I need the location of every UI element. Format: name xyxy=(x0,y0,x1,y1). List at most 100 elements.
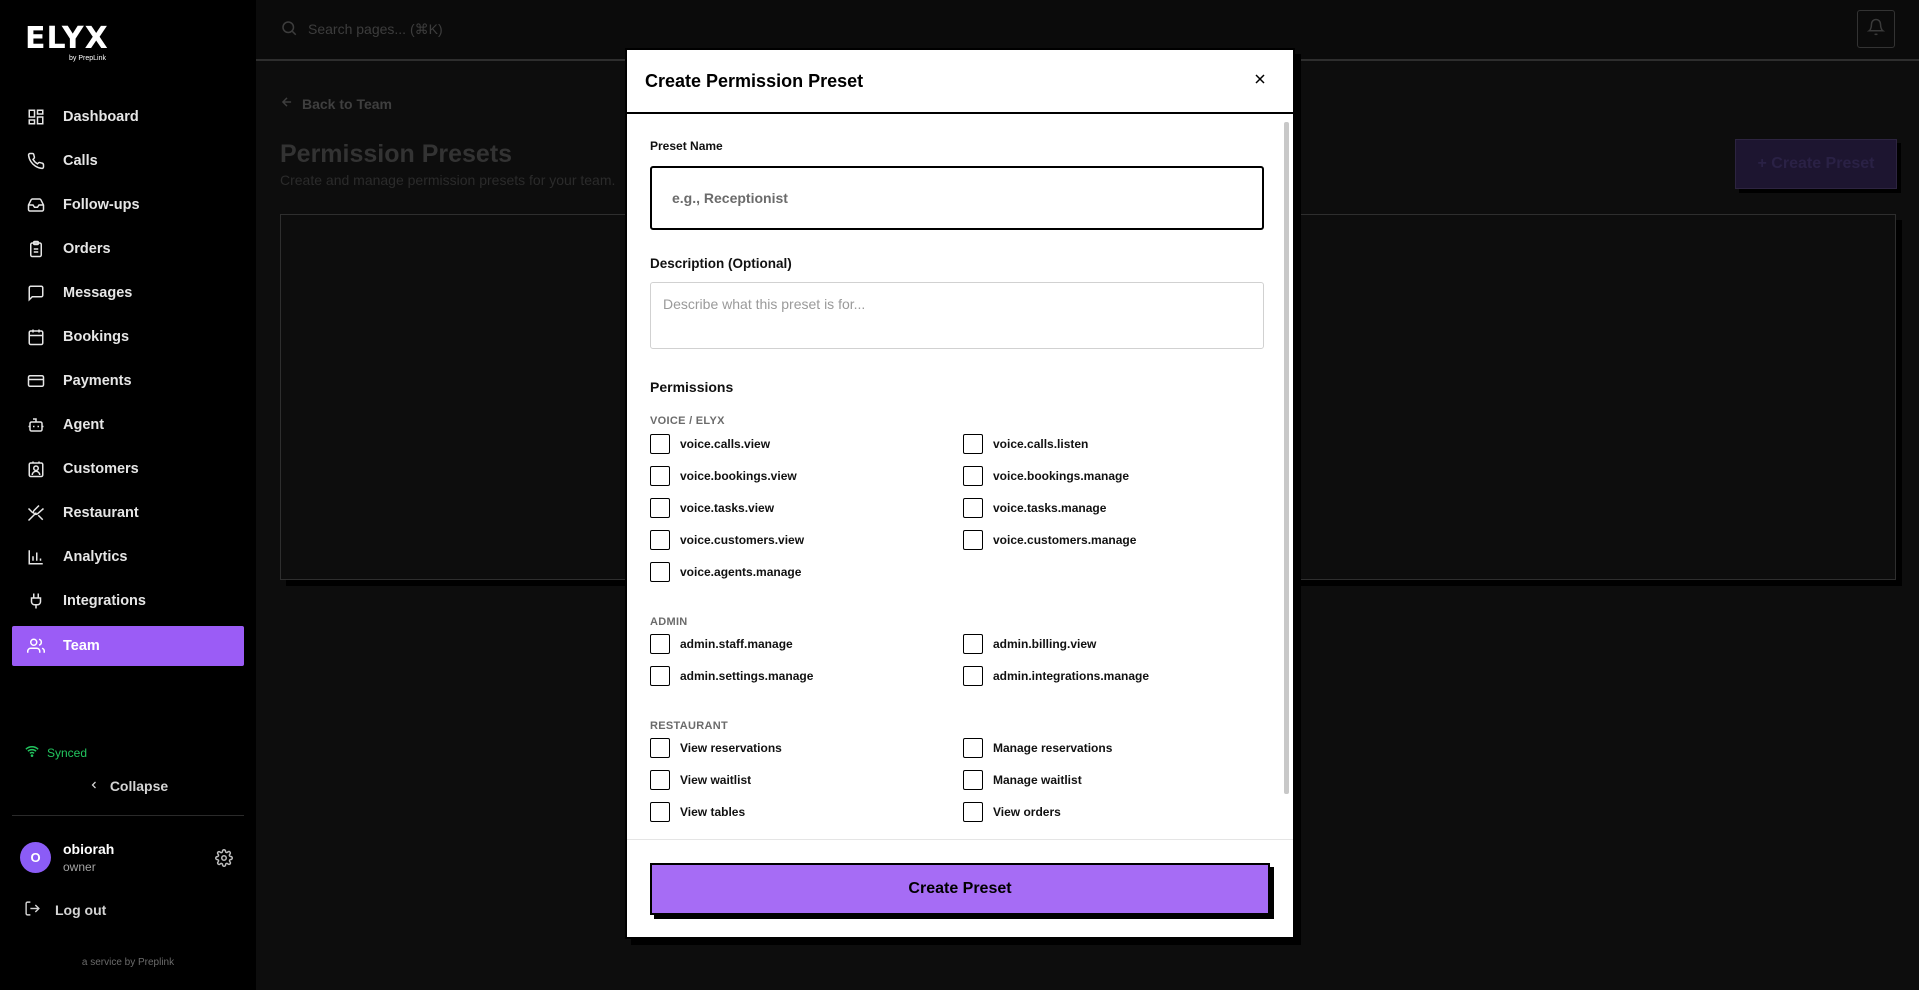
checkbox[interactable] xyxy=(963,770,983,790)
checkbox[interactable] xyxy=(650,434,670,454)
sidebar: ELYX by PrepLink Dashboard Calls Follow-… xyxy=(0,0,256,990)
permission-checkbox[interactable]: voice.agents.manage xyxy=(650,562,801,582)
bot-icon xyxy=(26,415,46,435)
checkbox[interactable] xyxy=(963,634,983,654)
gear-icon[interactable] xyxy=(215,849,233,872)
permission-label: voice.customers.manage xyxy=(993,533,1137,547)
permission-label: admin.settings.manage xyxy=(680,669,814,683)
group-label-voice: VOICE / ELYX xyxy=(650,415,725,427)
permission-checkbox[interactable]: voice.calls.view xyxy=(650,434,770,454)
modal-scrollbar[interactable] xyxy=(1284,122,1289,794)
page-title: Permission Presets xyxy=(280,140,513,168)
checkbox[interactable] xyxy=(650,530,670,550)
permission-label: voice.calls.view xyxy=(680,437,771,451)
sidebar-item-payments[interactable]: Payments xyxy=(12,361,244,401)
create-preset-button-bg[interactable]: + Create Preset xyxy=(1735,139,1897,189)
sidebar-item-label: Agent xyxy=(63,417,105,433)
checkbox[interactable] xyxy=(650,738,670,758)
permission-checkbox[interactable]: voice.bookings.view xyxy=(650,466,797,486)
checkbox[interactable] xyxy=(650,562,670,582)
checkbox[interactable] xyxy=(650,666,670,686)
modal-title: Create Permission Preset xyxy=(645,71,864,91)
sidebar-item-follow-ups[interactable]: Follow-ups xyxy=(12,185,244,225)
notifications-button[interactable] xyxy=(1857,10,1895,48)
search-placeholder: Search pages... (⌘K) xyxy=(308,20,443,37)
permission-checkbox[interactable]: voice.customers.view xyxy=(650,530,804,550)
service-footer: a service by Preplink xyxy=(81,957,175,968)
permission-checkbox[interactable]: admin.settings.manage xyxy=(650,666,813,686)
checkbox[interactable] xyxy=(963,498,983,518)
permission-checkbox[interactable]: View reservations xyxy=(650,738,782,758)
permission-checkbox[interactable]: admin.integrations.manage xyxy=(963,666,1149,686)
checkbox[interactable] xyxy=(650,770,670,790)
close-icon xyxy=(1254,72,1266,90)
description-textarea[interactable]: Describe what this preset is for... xyxy=(650,282,1264,349)
permission-checkbox[interactable]: Manage waitlist xyxy=(963,770,1082,790)
checkbox[interactable] xyxy=(963,802,983,822)
sidebar-item-messages[interactable]: Messages xyxy=(12,273,244,313)
logout-icon xyxy=(24,900,41,920)
permission-label: admin.integrations.manage xyxy=(993,669,1150,683)
dashboard-icon xyxy=(26,107,46,127)
description-label: Description (Optional) xyxy=(650,256,792,271)
checkbox[interactable] xyxy=(650,498,670,518)
sidebar-item-label: Bookings xyxy=(63,329,130,345)
page-subtitle: Create and manage permission presets for… xyxy=(280,172,616,188)
checkbox[interactable] xyxy=(963,738,983,758)
permission-checkbox[interactable]: voice.tasks.view xyxy=(650,498,774,518)
checkbox[interactable] xyxy=(963,434,983,454)
permission-label: voice.bookings.manage xyxy=(993,469,1130,483)
sidebar-item-calls[interactable]: Calls xyxy=(12,141,244,181)
inbox-icon xyxy=(26,195,46,215)
sidebar-item-team[interactable]: Team xyxy=(12,626,244,666)
sidebar-item-label: Orders xyxy=(63,241,111,257)
checkbox[interactable] xyxy=(650,802,670,822)
permission-checkbox[interactable]: View orders xyxy=(963,802,1061,822)
checkbox[interactable] xyxy=(650,634,670,654)
sidebar-item-integrations[interactable]: Integrations xyxy=(12,581,244,621)
checkbox[interactable] xyxy=(963,530,983,550)
permission-checkbox[interactable]: voice.customers.manage xyxy=(963,530,1136,550)
sidebar-item-orders[interactable]: Orders xyxy=(12,229,244,269)
sidebar-item-customers[interactable]: Customers xyxy=(12,449,244,489)
close-button[interactable] xyxy=(1251,72,1269,90)
sidebar-item-analytics[interactable]: Analytics xyxy=(12,537,244,577)
permission-checkbox[interactable]: Manage reservations xyxy=(963,738,1112,758)
permissions-heading: Permissions xyxy=(650,379,734,395)
permission-checkbox[interactable]: admin.billing.view xyxy=(963,634,1096,654)
permission-label: Manage waitlist xyxy=(993,773,1082,787)
logout-button[interactable]: Log out xyxy=(24,900,106,920)
arrow-left-icon xyxy=(280,95,294,112)
permission-checkbox[interactable]: voice.calls.listen xyxy=(963,434,1088,454)
search-input[interactable]: Search pages... (⌘K) xyxy=(280,14,840,44)
permission-label: View orders xyxy=(993,805,1061,819)
sidebar-item-label: Team xyxy=(63,638,100,654)
sidebar-item-agent[interactable]: Agent xyxy=(12,405,244,445)
permission-checkbox[interactable]: View waitlist xyxy=(650,770,751,790)
phone-icon xyxy=(26,151,46,171)
logo[interactable]: ELYX by PrepLink xyxy=(25,24,109,63)
sidebar-item-restaurant[interactable]: Restaurant xyxy=(12,493,244,533)
sidebar-divider xyxy=(12,815,244,816)
modal-body: Preset Name e.g., Receptionist Descripti… xyxy=(627,116,1293,839)
permission-checkbox[interactable]: voice.bookings.manage xyxy=(963,466,1129,486)
permission-label: voice.calls.listen xyxy=(993,437,1089,451)
sidebar-item-bookings[interactable]: Bookings xyxy=(12,317,244,357)
sync-status-label: Synced xyxy=(47,745,88,760)
bell-icon xyxy=(1866,18,1886,41)
collapse-button[interactable]: Collapse xyxy=(0,778,256,794)
preset-name-input[interactable]: e.g., Receptionist xyxy=(650,166,1264,230)
create-preset-button[interactable]: Create Preset xyxy=(650,863,1270,915)
checkbox[interactable] xyxy=(650,466,670,486)
sidebar-item-dashboard[interactable]: Dashboard xyxy=(12,97,244,137)
sidebar-item-label: Dashboard xyxy=(63,109,139,125)
preset-name-placeholder: e.g., Receptionist xyxy=(672,190,788,206)
permission-checkbox[interactable]: View tables xyxy=(650,802,745,822)
back-link[interactable]: Back to Team xyxy=(280,95,392,112)
checkbox[interactable] xyxy=(963,466,983,486)
user-profile[interactable]: O obiorah owner xyxy=(20,841,114,874)
permission-checkbox[interactable]: voice.tasks.manage xyxy=(963,498,1106,518)
checkbox[interactable] xyxy=(963,666,983,686)
permission-label: Manage reservations xyxy=(993,741,1113,755)
permission-checkbox[interactable]: admin.staff.manage xyxy=(650,634,793,654)
